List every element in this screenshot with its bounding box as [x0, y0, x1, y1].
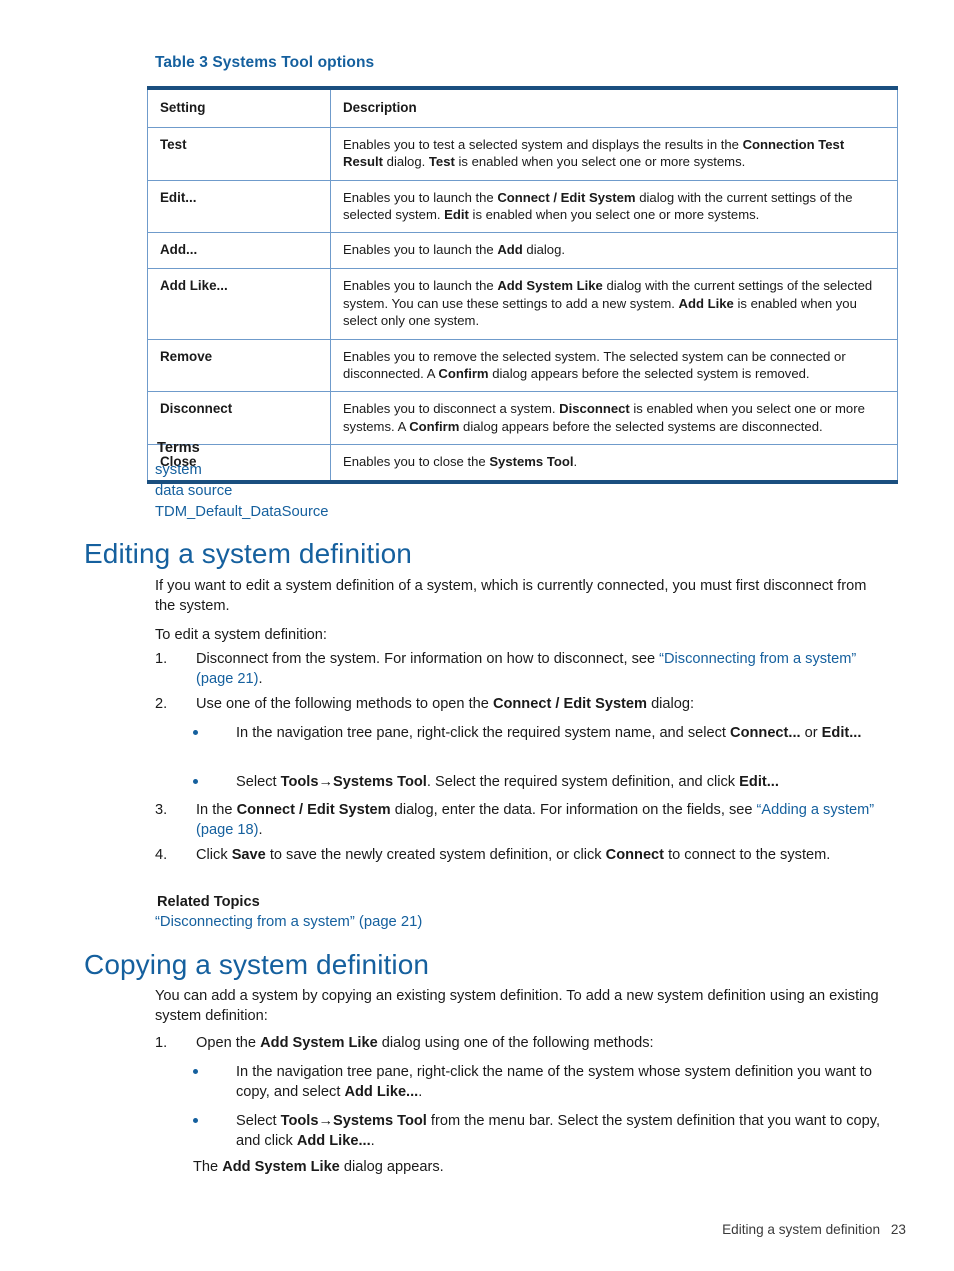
step-item: 2. Use one of the following methods to o…	[155, 694, 895, 714]
table-row: Close Enables you to close the Systems To…	[147, 444, 898, 483]
column-header-description: Description	[330, 87, 898, 128]
term-link-tdm-default-datasource[interactable]: TDM_Default_DataSource	[155, 504, 329, 520]
copying-intro-paragraph: You can add a system by copying an exist…	[155, 988, 879, 1025]
heading-copying-a-system-definition: Copying a system definition	[84, 949, 430, 980]
step-text: Disconnect from the system. For informat…	[196, 651, 857, 688]
table-body: Test Enables you to test a selected syste…	[147, 126, 898, 483]
table-cell-description: Enables you to launch the Add dialog.	[330, 232, 898, 270]
editing-intro-paragraph: If you want to edit a system definition …	[155, 578, 867, 615]
related-topics-heading: Related Topics	[157, 894, 260, 910]
table-cell-setting: Edit...	[147, 179, 331, 234]
table-cell-description: Enables you to launch the Add System Lik…	[330, 268, 898, 340]
table-row: Test Enables you to test a selected syste…	[147, 126, 898, 181]
bullet-text: Select Tools→Systems Tool. Select the re…	[236, 774, 779, 790]
bullet-dot-icon	[193, 1069, 198, 1074]
step-number: 2.	[155, 696, 168, 712]
table-cell-setting: Add Like...	[147, 268, 331, 340]
footer-section-title: Editing a system definition	[722, 1222, 880, 1237]
table-cell-description: Enables you to test a selected system an…	[330, 126, 898, 181]
bullet-item: In the navigation tree pane, right-click…	[193, 723, 893, 743]
bullet-item: Select Tools→Systems Tool from the menu …	[193, 1111, 895, 1151]
bullet-item: In the navigation tree pane, right-click…	[193, 1062, 893, 1102]
table-cell-description: Enables you to close the Systems Tool.	[330, 444, 898, 483]
table-row: Remove Enables you to remove the selected…	[147, 338, 898, 393]
term-link-data-source[interactable]: data source	[155, 483, 232, 499]
table-row: Add Like... Enables you to launch the Add…	[147, 268, 898, 340]
step-number: 1.	[155, 651, 168, 667]
step-item: 1. Disconnect from the system. For infor…	[155, 649, 895, 689]
table-cell-setting: Add...	[147, 232, 331, 270]
copying-closing-line: The Add System Like dialog appears.	[193, 1159, 444, 1175]
step-item: 3. In the Connect / Edit System dialog, …	[155, 800, 897, 840]
table-cell-setting: Disconnect	[147, 391, 331, 446]
table-cell-description: Enables you to launch the Connect / Edit…	[330, 179, 898, 234]
step-number: 3.	[155, 802, 168, 818]
bullet-text: In the navigation tree pane, right-click…	[236, 725, 862, 741]
systems-tool-options-table: Setting Description Test Enables you to t…	[147, 86, 898, 484]
table-header-row: Setting Description	[147, 87, 898, 128]
bullet-text: Select Tools→Systems Tool from the menu …	[236, 1113, 881, 1150]
table-cell-setting: Test	[147, 126, 331, 181]
table-cell-setting: Remove	[147, 338, 331, 393]
step-item: 4. Click Save to save the newly created …	[155, 845, 895, 865]
table-cell-description: Enables you to remove the selected syste…	[330, 338, 898, 393]
term-link-system[interactable]: system	[155, 462, 202, 478]
step-text: Open the Add System Like dialog using on…	[196, 1035, 654, 1051]
heading-editing-a-system-definition: Editing a system definition	[84, 538, 412, 569]
bullet-text: In the navigation tree pane, right-click…	[236, 1064, 872, 1101]
editing-lead-in: To edit a system definition:	[155, 627, 327, 643]
step-item: 1. Open the Add System Like dialog using…	[155, 1033, 895, 1053]
bullet-dot-icon	[193, 779, 198, 784]
table-row: Add... Enables you to launch the Add dial…	[147, 232, 898, 270]
table-row: Edit... Enables you to launch the Connect…	[147, 179, 898, 234]
table-caption: Table 3 Systems Tool options	[155, 54, 375, 71]
table-row: Disconnect Enables you to disconnect a sy…	[147, 391, 898, 446]
step-text: Use one of the following methods to open…	[196, 696, 695, 712]
step-number: 1.	[155, 1035, 168, 1051]
bullet-dot-icon	[193, 1118, 198, 1123]
table-cell-description: Enables you to disconnect a system. Disc…	[330, 391, 898, 446]
bullet-dot-icon	[193, 730, 198, 735]
document-page: Table 3 Systems Tool options Setting Des…	[0, 0, 954, 1271]
step-text: In the Connect / Edit System dialog, ent…	[196, 802, 875, 839]
column-header-setting: Setting	[147, 87, 331, 128]
step-number: 4.	[155, 847, 168, 863]
terms-heading: Terms	[157, 440, 200, 456]
step-text: Click Save to save the newly created sys…	[196, 847, 831, 863]
related-topics-link[interactable]: “Disconnecting from a system” (page 21)	[155, 914, 422, 930]
bullet-item: Select Tools→Systems Tool. Select the re…	[193, 772, 893, 792]
footer-page-number: 23	[890, 1222, 906, 1237]
